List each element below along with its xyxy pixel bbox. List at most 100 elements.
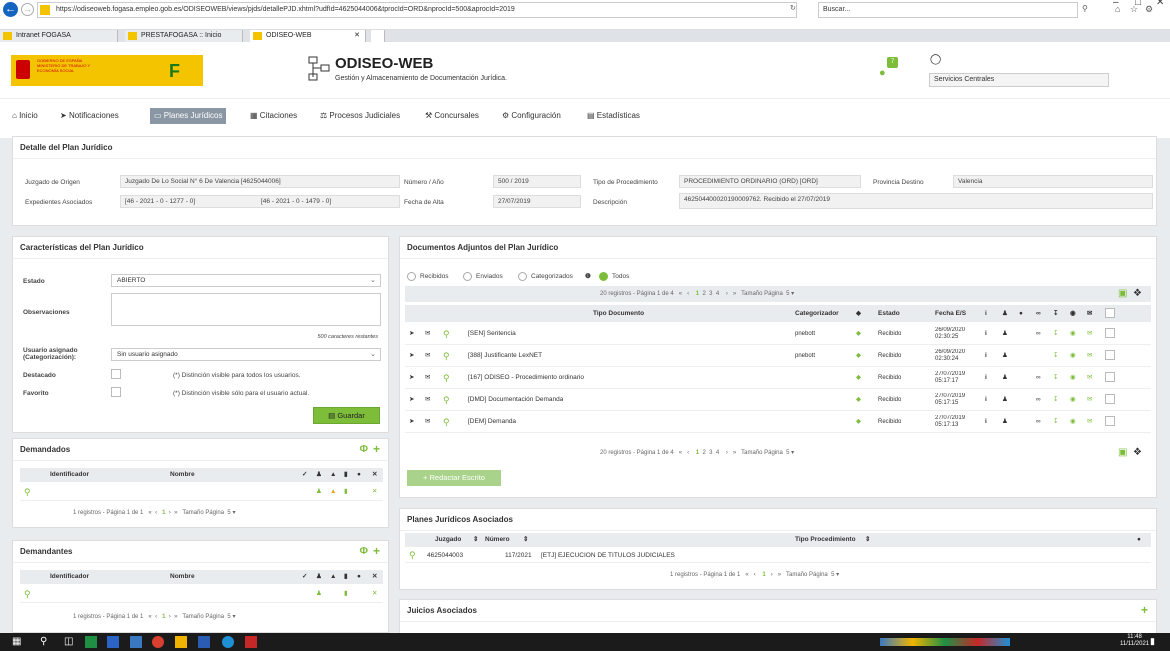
person-icon[interactable]: ♟	[1002, 367, 1008, 389]
ie-app-icon[interactable]	[222, 636, 234, 648]
filter-recibidos-radio[interactable]	[407, 272, 416, 281]
search-icon[interactable]: ⚲	[40, 636, 52, 648]
tag-icon[interactable]: ◆	[856, 389, 861, 411]
search-input[interactable]: Buscar...	[818, 2, 1078, 18]
eye-icon[interactable]: ◉	[1070, 411, 1076, 433]
size-select-icon[interactable]: ▾	[232, 614, 235, 620]
filter-add-icon[interactable]: Ф	[359, 444, 368, 455]
export-excel-icon[interactable]: ▣	[1118, 447, 1127, 458]
last-page-icon[interactable]: »	[733, 450, 736, 456]
next-page-icon[interactable]: ›	[726, 291, 728, 297]
delete-icon[interactable]: ✕	[372, 585, 377, 603]
guardar-button[interactable]: ▤ Guardar	[313, 407, 380, 424]
mail-icon[interactable]: ✉	[1087, 367, 1092, 389]
row-checkbox[interactable]	[1105, 394, 1115, 404]
row-checkbox[interactable]	[1105, 416, 1115, 426]
search-icon[interactable]: ⚲	[409, 548, 416, 563]
tab-odiseo[interactable]: ODISEO-WEB ✕	[250, 30, 366, 42]
download-icon[interactable]: ↧	[1053, 323, 1058, 345]
size-select-icon[interactable]: ▾	[836, 572, 839, 578]
tab-intranet[interactable]: Intranet FOGASA	[0, 30, 118, 42]
last-page-icon[interactable]: »	[174, 614, 177, 620]
prev-page-icon[interactable]: ‹	[754, 572, 756, 578]
download-icon[interactable]: ↧	[1053, 367, 1058, 389]
delete-icon[interactable]: ✕	[372, 483, 377, 501]
tab-prestafogasa[interactable]: PRESTAFOGASA :: Inicio	[125, 30, 243, 42]
size-select-icon[interactable]: ▾	[232, 510, 235, 516]
row-checkbox[interactable]	[1105, 372, 1115, 382]
first-page-icon[interactable]: «	[148, 510, 151, 516]
row-checkbox[interactable]	[1105, 350, 1115, 360]
signin-icon[interactable]: ➤	[409, 411, 414, 433]
last-page-icon[interactable]: »	[733, 291, 736, 297]
tab-close-icon[interactable]: ✕	[354, 30, 360, 42]
signin-icon[interactable]: ➤	[409, 345, 414, 367]
filter-categorizados-radio[interactable]	[518, 272, 527, 281]
tags-icon[interactable]: ❖	[1133, 288, 1142, 299]
word-app-icon[interactable]	[198, 636, 210, 648]
filter-enviados-radio[interactable]	[463, 272, 472, 281]
search-icon[interactable]: ⚲	[24, 483, 31, 501]
signin-icon[interactable]: ➤	[409, 367, 414, 389]
first-page-icon[interactable]: «	[679, 450, 682, 456]
search-icon[interactable]: ⚲	[443, 389, 450, 411]
add-demandante-icon[interactable]: +	[373, 544, 380, 558]
close-icon[interactable]: ✕	[1156, 0, 1164, 8]
mail-icon[interactable]: ✉	[1087, 389, 1092, 411]
mail-icon[interactable]: ✉	[1087, 411, 1092, 433]
next-page-icon[interactable]: ›	[169, 614, 171, 620]
next-page-icon[interactable]: ›	[169, 510, 171, 516]
folder-app-icon[interactable]	[175, 636, 187, 648]
first-page-icon[interactable]: «	[745, 572, 748, 578]
nav-planes-juridicos[interactable]: ▭ Planes Jurídicos	[150, 108, 227, 124]
next-page-icon[interactable]: ›	[771, 572, 773, 578]
prev-page-icon[interactable]: ‹	[687, 291, 689, 297]
user-circle-icon[interactable]: ◯	[930, 54, 941, 65]
estado-select[interactable]: ABIERTO ⌄	[111, 274, 381, 287]
prev-page-icon[interactable]: ‹	[155, 510, 157, 516]
descripcion-field[interactable]: 462504400020190009762. Recibido el 27/07…	[679, 193, 1153, 209]
acrobat-app-icon[interactable]	[245, 636, 257, 648]
link-icon[interactable]: ∞	[1036, 323, 1041, 345]
refresh-icon[interactable]: ↻	[790, 4, 796, 12]
eye-icon[interactable]: ◉	[1070, 389, 1076, 411]
search-icon[interactable]: ⚲	[443, 323, 450, 345]
eye-icon[interactable]: ◉	[1070, 345, 1076, 367]
notifications-button[interactable]: 7 ●	[877, 57, 898, 79]
add-demandado-icon[interactable]: +	[373, 442, 380, 456]
sort-icon[interactable]: ⇕	[865, 533, 870, 547]
envelope-open-icon[interactable]: ✉	[425, 367, 430, 389]
tags-icon[interactable]: ❖	[1133, 447, 1142, 458]
info-icon[interactable]: i	[985, 411, 987, 433]
prev-page-icon[interactable]: ‹	[155, 614, 157, 620]
person-icon[interactable]: ♟	[1002, 389, 1008, 411]
nav-concursales[interactable]: ⚒ Concursales	[425, 108, 479, 124]
filter-todos-radio[interactable]	[599, 272, 608, 281]
redactar-escrito-button[interactable]: + Redactar Escrito	[407, 470, 501, 486]
settings-gear-icon[interactable]: ⚙	[1145, 4, 1153, 15]
size-select-icon[interactable]: ▾	[791, 291, 794, 297]
back-button[interactable]: ←	[3, 2, 18, 17]
last-page-icon[interactable]: »	[778, 572, 781, 578]
explorer-app-icon[interactable]	[107, 636, 119, 648]
download-icon[interactable]: ↧	[1053, 389, 1058, 411]
link-icon[interactable]: ∞	[1036, 367, 1041, 389]
info-icon[interactable]: i	[985, 389, 987, 411]
address-bar[interactable]: https://odiseoweb.fogasa.empleo.gob.es/O…	[37, 2, 797, 18]
windows-start-icon[interactable]: ▦	[12, 636, 24, 648]
destacado-checkbox[interactable]	[111, 369, 121, 379]
search-icon[interactable]: ⚲	[1082, 4, 1088, 13]
add-juicio-icon[interactable]: +	[1141, 603, 1148, 617]
size-select-icon[interactable]: ▾	[791, 450, 794, 456]
outlook-app-icon[interactable]	[130, 636, 142, 648]
tag-icon[interactable]: ◆	[856, 367, 861, 389]
excel-app-icon[interactable]	[85, 636, 97, 648]
nav-notificaciones[interactable]: ➤ Notificaciones	[60, 108, 119, 124]
tag-icon[interactable]: ◆	[856, 323, 861, 345]
fogasa-logo[interactable]: GOBIERNO DE ESPAÑA MINISTERIO DE TRABAJO…	[11, 55, 203, 86]
nav-configuracion[interactable]: ⚙ Configuración	[502, 108, 561, 124]
maximize-icon[interactable]: □	[1135, 0, 1141, 8]
notification-center-icon[interactable]: ▮	[1150, 636, 1162, 648]
prev-page-icon[interactable]: ‹	[687, 450, 689, 456]
info-icon[interactable]: i	[985, 345, 987, 367]
